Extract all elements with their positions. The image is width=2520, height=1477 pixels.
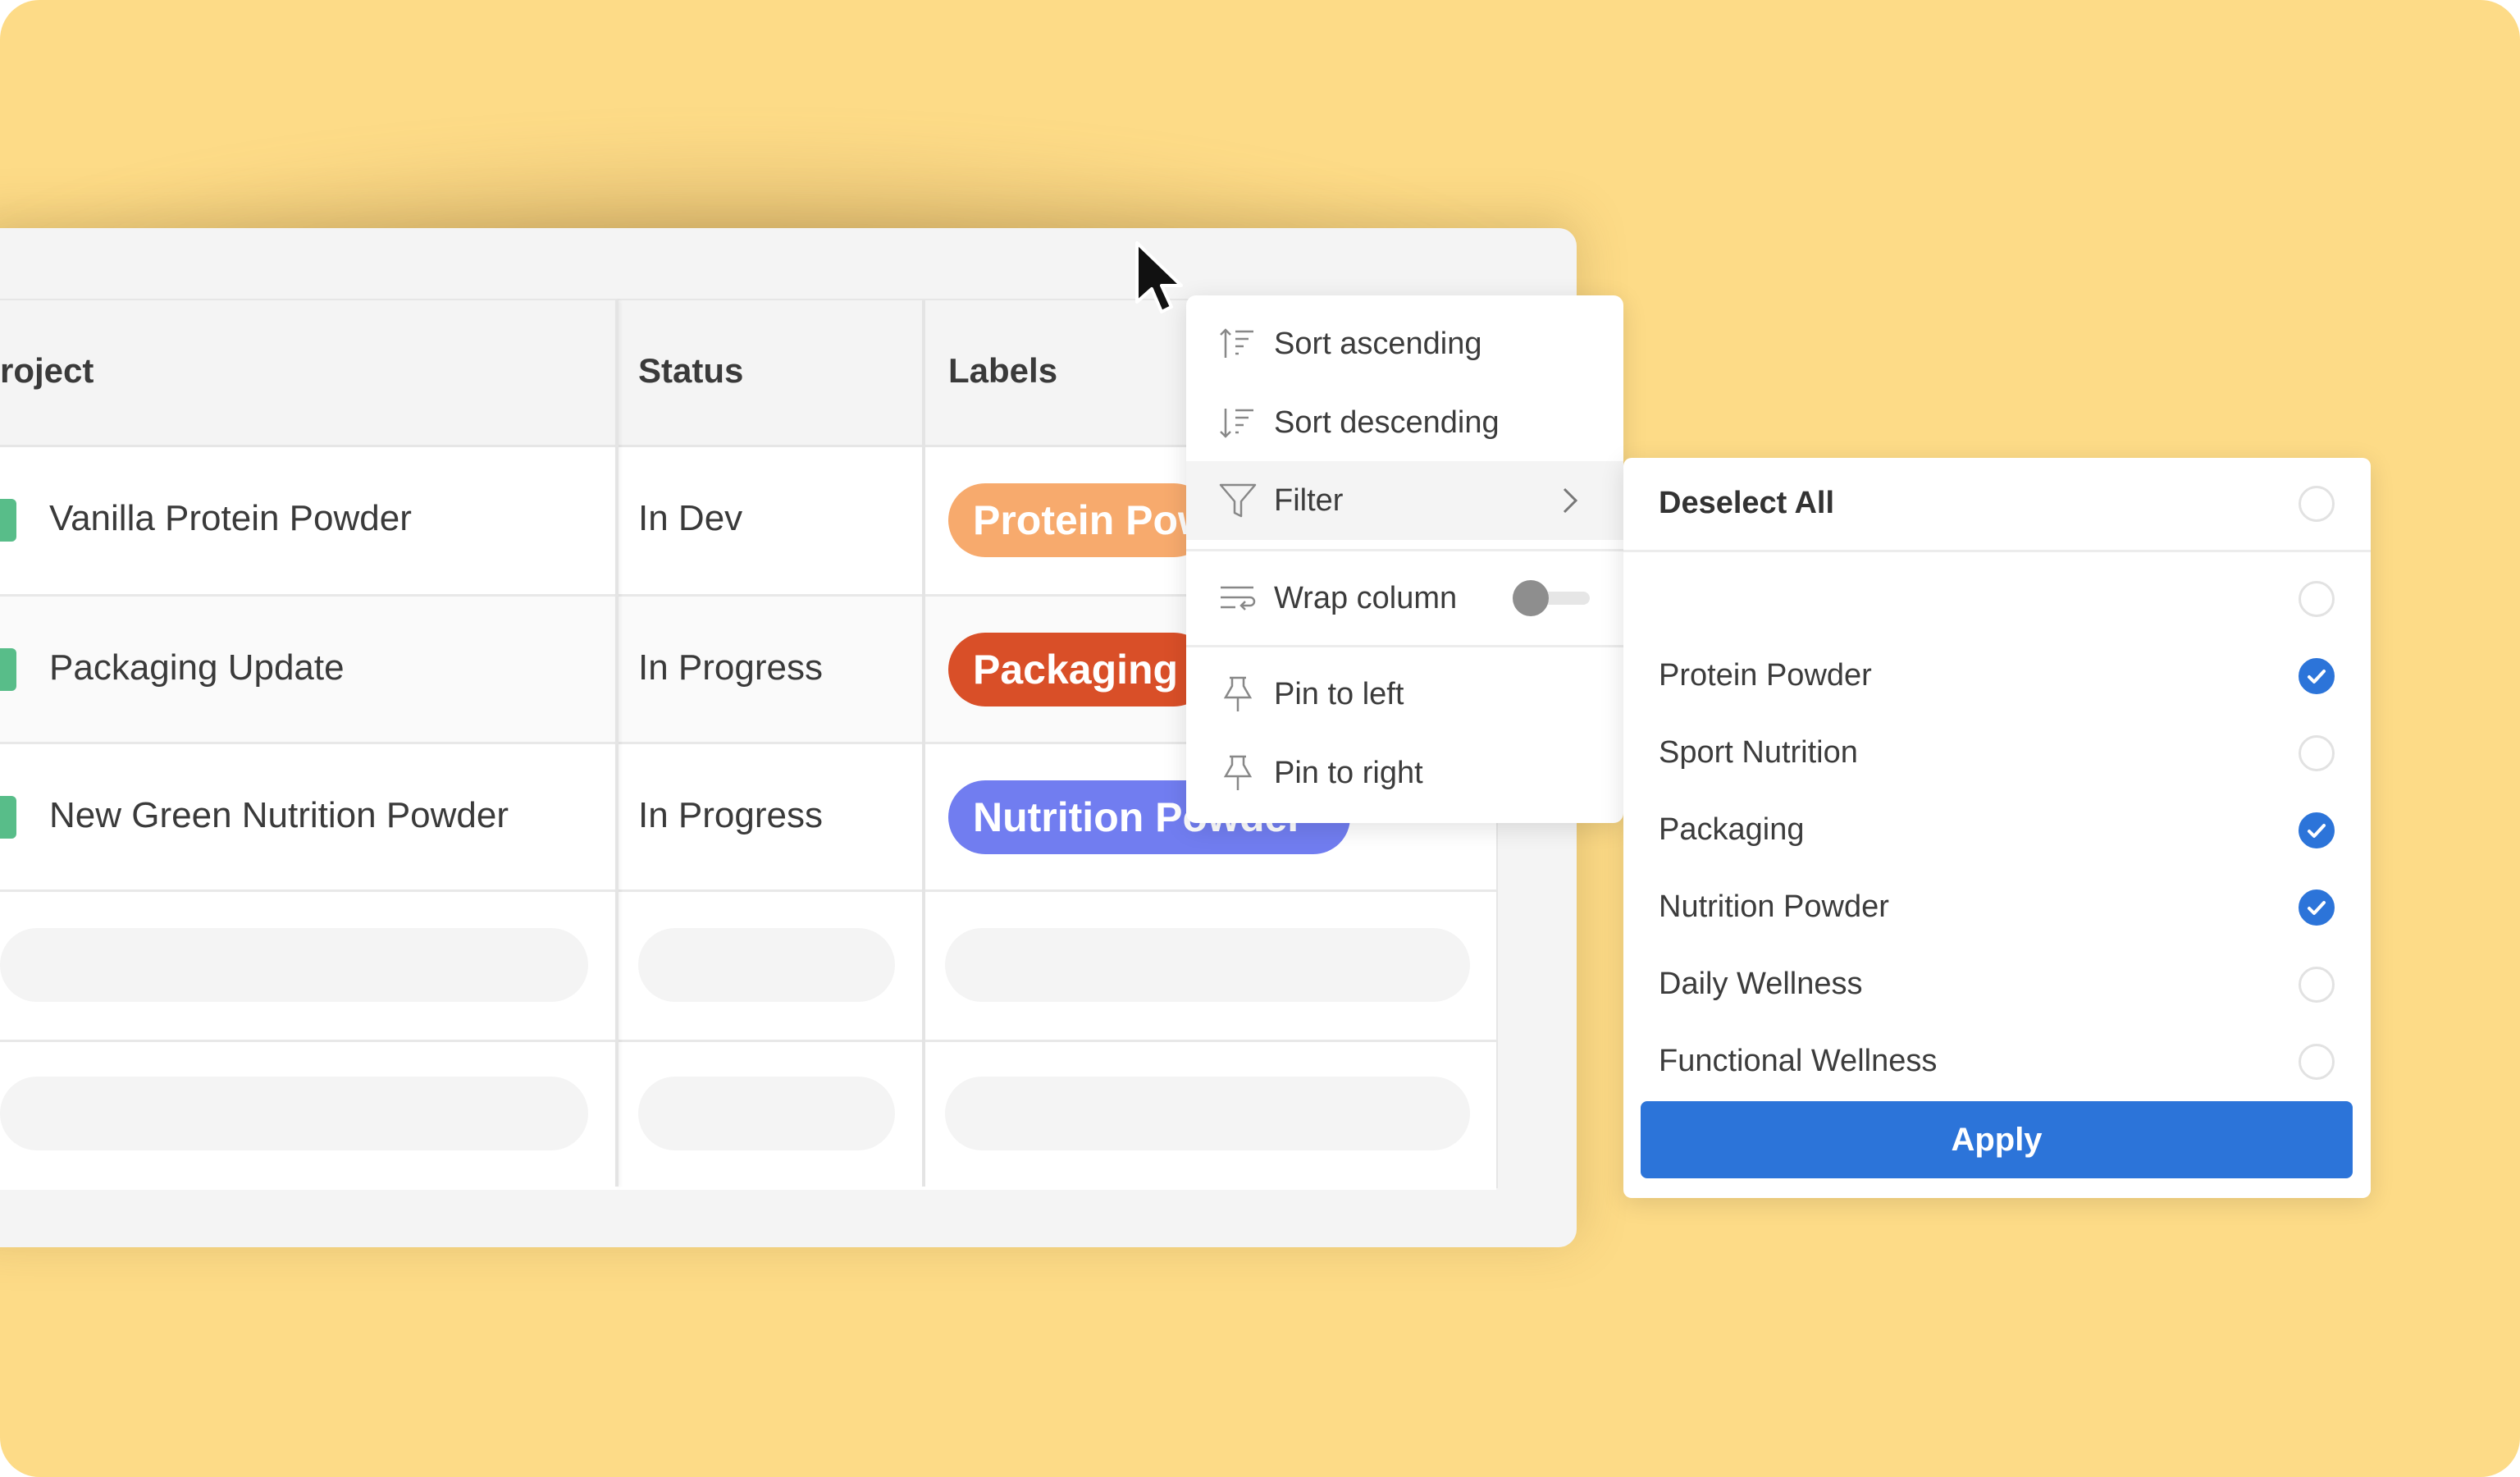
menu-divider [1186, 645, 1623, 647]
menu-item-label: Sort descending [1274, 405, 1500, 440]
menu-item-label: Filter [1274, 482, 1344, 518]
column-header-labels[interactable]: Labels [948, 351, 1057, 391]
filter-option[interactable]: Nutrition Powder [1623, 871, 2371, 945]
menu-item-pin-left[interactable]: Pin to left [1186, 655, 1623, 734]
filter-option-label: Nutrition Powder [1659, 889, 1889, 924]
skeleton-placeholder [638, 928, 895, 1002]
filter-option-label: Daily Wellness [1659, 967, 1863, 1001]
checkmark-icon [2308, 670, 2326, 684]
filter-option-label: Functional Wellness [1659, 1044, 1938, 1078]
column-context-menu: Sort ascending Sort descending Filter Wr… [1186, 295, 1623, 823]
skeleton-placeholder [0, 1077, 588, 1150]
filter-option[interactable]: Daily Wellness [1623, 949, 2371, 1022]
checked-checkbox[interactable] [2299, 889, 2335, 926]
wrap-toggle[interactable] [1513, 580, 1590, 616]
chevron-right-icon [1563, 487, 1578, 514]
background: roject Status Labels Vanilla Protein Pow… [0, 0, 2520, 1477]
empty-row [0, 1042, 1496, 1190]
checked-checkbox[interactable] [2299, 812, 2335, 848]
project-name: Vanilla Protein Powder [49, 498, 412, 538]
column-header-project[interactable]: roject [0, 351, 94, 391]
column-divider[interactable] [922, 300, 925, 1187]
label-pill: Protein Powder [948, 483, 1211, 557]
column-divider[interactable] [615, 300, 619, 1187]
wrap-text-icon [1221, 586, 1256, 610]
deselect-all-option[interactable]: Deselect All [1623, 468, 2371, 542]
menu-item-sort-ascending[interactable]: Sort ascending [1186, 304, 1623, 383]
menu-item-label: Pin to right [1274, 755, 1423, 790]
menu-item-sort-descending[interactable]: Sort descending [1186, 383, 1623, 462]
menu-item-label: Sort ascending [1274, 326, 1482, 361]
menu-item-pin-right[interactable]: Pin to right [1186, 734, 1623, 812]
panel-divider [1623, 550, 2371, 552]
pin-icon [1223, 676, 1253, 711]
apply-button[interactable]: Apply [1641, 1101, 2353, 1178]
status: In Progress [638, 795, 823, 835]
toggle-knob [1513, 580, 1549, 616]
filter-option-label: Protein Powder [1659, 658, 1872, 693]
filter-option[interactable]: Functional Wellness [1623, 1026, 2371, 1100]
sort-descending-icon [1220, 409, 1253, 438]
filter-option[interactable]: Packaging [1623, 794, 2371, 868]
unchecked-checkbox[interactable] [2299, 967, 2335, 1003]
status: In Dev [638, 498, 743, 538]
skeleton-placeholder [0, 928, 588, 1002]
project-color-marker [0, 499, 16, 542]
menu-item-label: Pin to left [1274, 676, 1404, 711]
skeleton-placeholder [638, 1077, 895, 1150]
label-pill: Packaging [948, 633, 1211, 706]
project-name: Packaging Update [49, 647, 345, 688]
unchecked-checkbox[interactable] [2299, 735, 2335, 771]
filter-icon [1219, 483, 1257, 518]
project-color-marker [0, 648, 16, 691]
checkmark-icon [2308, 824, 2326, 838]
skeleton-placeholder [945, 1077, 1470, 1150]
radio-circle[interactable] [2299, 486, 2335, 522]
menu-item-wrap-column[interactable]: Wrap column [1186, 559, 1623, 638]
filter-option[interactable]: Sport Nutrition [1623, 717, 2371, 791]
unchecked-checkbox[interactable] [2299, 581, 2335, 617]
checked-checkbox[interactable] [2299, 658, 2335, 694]
menu-item-filter[interactable]: Filter [1186, 461, 1623, 540]
project-color-marker [0, 796, 16, 839]
column-header-status[interactable]: Status [638, 351, 743, 391]
menu-divider [1186, 549, 1623, 551]
project-name: New Green Nutrition Powder [49, 795, 509, 835]
pin-icon [1223, 755, 1253, 790]
filter-option[interactable] [1623, 563, 2371, 637]
filter-option-label: Packaging [1659, 812, 1805, 847]
deselect-all-label: Deselect All [1659, 486, 1835, 520]
mouse-cursor-icon [1135, 241, 1183, 313]
unchecked-checkbox[interactable] [2299, 1044, 2335, 1080]
filter-option-label: Sport Nutrition [1659, 735, 1858, 770]
checkmark-icon [2308, 901, 2326, 915]
sort-ascending-icon [1220, 328, 1253, 358]
status: In Progress [638, 647, 823, 688]
filter-option[interactable]: Protein Powder [1623, 640, 2371, 714]
skeleton-placeholder [945, 928, 1470, 1002]
filter-panel: Deselect All Protein Powder Sport Nutriti… [1623, 458, 2371, 1198]
empty-row [0, 892, 1496, 1042]
menu-item-label: Wrap column [1274, 580, 1458, 615]
